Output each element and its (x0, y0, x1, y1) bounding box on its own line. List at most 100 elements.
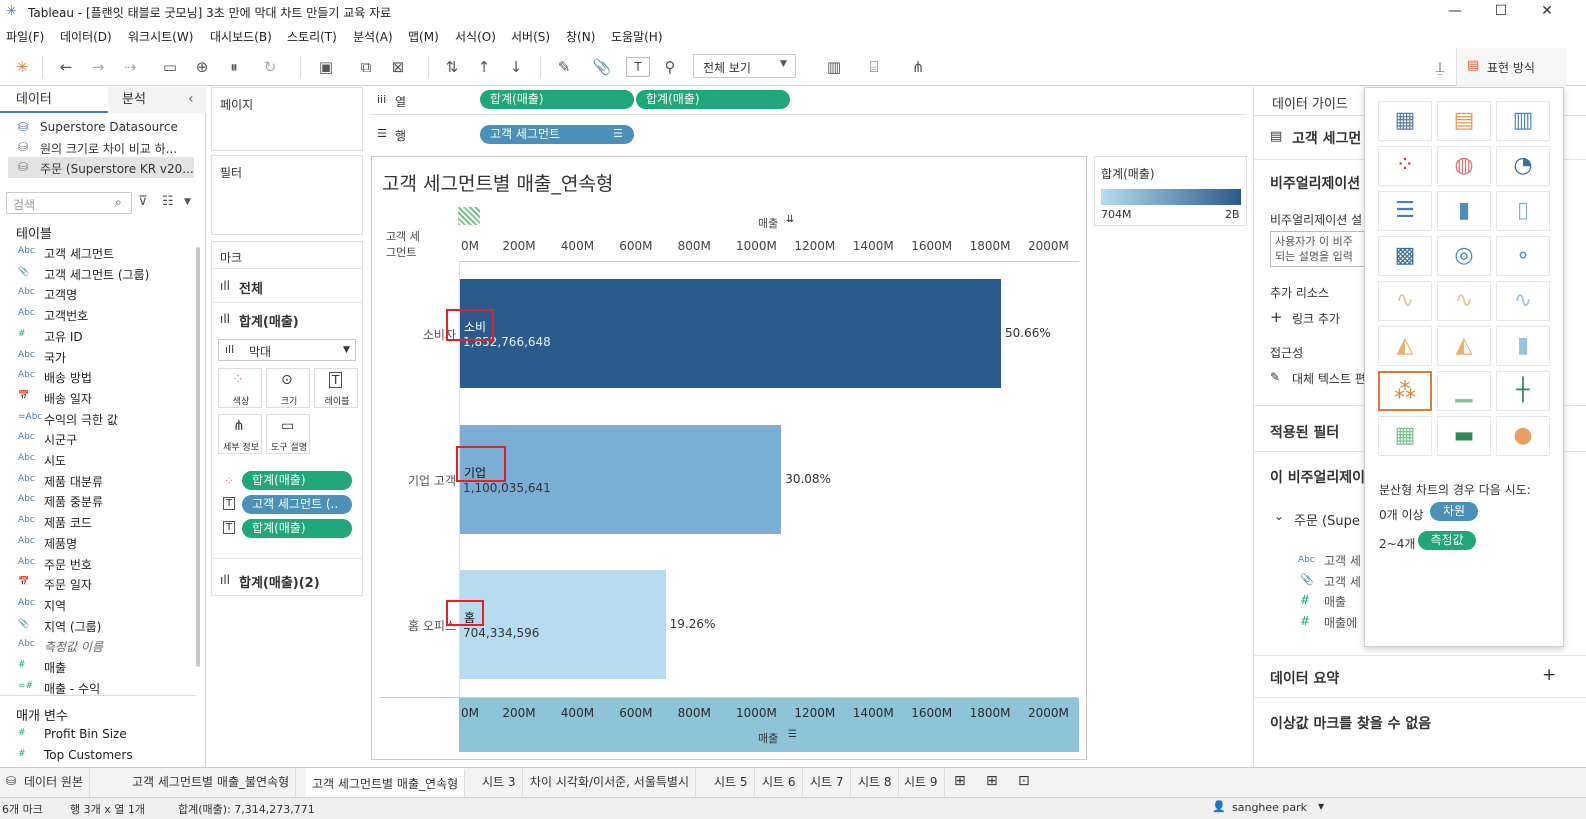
field-item[interactable]: =Abc 수익의 극한 값 (0, 409, 196, 430)
field-item[interactable]: Abc 제품 대분류 (0, 471, 196, 492)
chart-type-thumb[interactable]: ∿ (1496, 281, 1550, 321)
color-button[interactable]: ⁘ 색상 (218, 368, 262, 408)
field-item[interactable]: Abc 국가 (0, 347, 196, 368)
chart-type-thumb[interactable]: ▮ (1496, 326, 1550, 366)
minimize-button[interactable]: — (1432, 0, 1478, 24)
mark-type-select[interactable]: ıll 막대 ▼ (218, 339, 356, 361)
tableau-start-icon[interactable]: ✳ (10, 56, 34, 78)
sort-icon[interactable]: ☰ (788, 729, 797, 740)
tab-sheet[interactable]: 시트 5 (708, 768, 755, 797)
show-labels-icon[interactable]: T (626, 57, 650, 77)
tab-sheet[interactable]: 시트 9 (898, 768, 945, 797)
chart-type-thumb[interactable]: ▬ (1437, 416, 1491, 456)
label-button[interactable]: T 레이블 (314, 368, 358, 408)
new-worksheet-icon[interactable]: ▣ (314, 56, 338, 78)
new-dashboard-icon[interactable]: ⊞ (986, 773, 998, 789)
show-cards-icon[interactable]: ▥ (822, 56, 846, 78)
sort-icon[interactable]: ⇊ (786, 214, 794, 225)
field-item[interactable]: Abc 제품명 (0, 533, 196, 554)
field-item[interactable]: Abc 제품 코드 (0, 512, 196, 533)
chart-type-thumb[interactable]: ☰ (1378, 191, 1432, 231)
field-item[interactable]: Abc 주문 번호 (0, 554, 196, 575)
chart-type-thumb[interactable]: ● (1496, 416, 1550, 456)
save-icon[interactable]: ▭ (158, 56, 182, 78)
field-item[interactable]: Abc 지역 (0, 595, 196, 616)
clear-sheet-icon[interactable]: ⊠ (386, 56, 410, 78)
filter-icon[interactable]: ⊽ (138, 194, 148, 209)
menu-server[interactable]: 서버(S) (511, 28, 550, 45)
group-icon[interactable]: 📎 (590, 56, 614, 78)
tab-sheet[interactable]: 고객 세그먼트별 매출_불연속형 (126, 768, 297, 797)
chevron-down-icon[interactable]: ▼ (1318, 802, 1324, 811)
chart-type-thumb[interactable]: ◭ (1378, 326, 1432, 366)
scrollbar[interactable] (196, 247, 200, 667)
tab-datasource[interactable]: 데이터 원본 (18, 768, 91, 797)
expand-plus-icon[interactable]: + (1542, 665, 1556, 685)
share-icon[interactable]: ⋔ (906, 56, 930, 78)
rows-shelf[interactable]: ☰ 행 고객 세그먼트 ☰ (369, 121, 1247, 149)
field-item[interactable]: 📅 주문 일자 (0, 574, 196, 595)
new-datasource-icon[interactable]: ⊕ (190, 56, 214, 78)
column-pill[interactable]: 합계(매출) (636, 90, 790, 109)
chart-type-thumb[interactable]: ▦ (1378, 416, 1432, 456)
menu-data[interactable]: 데이터(D) (60, 28, 112, 45)
chart-type-thumb[interactable]: ▯ (1496, 191, 1550, 231)
field-item[interactable]: Abc 제품 중분류 (0, 491, 196, 512)
chart-type-thumb[interactable]: ◭ (1437, 326, 1491, 366)
detail-button[interactable]: ⋔ 세부 정보 (218, 414, 262, 454)
highlight-icon[interactable]: ✎ (552, 56, 576, 78)
add-link[interactable]: 링크 추가 (1292, 310, 1340, 327)
chart-type-thumb[interactable]: ◔ (1496, 146, 1550, 186)
parameter-item[interactable]: # Top Customers (0, 746, 196, 767)
pin-icon[interactable]: ⚲ (658, 56, 682, 78)
chart-type-thumb[interactable]: ▥ (1496, 101, 1550, 141)
menu-map[interactable]: 맵(M) (408, 28, 439, 45)
tab-data[interactable]: 데이터 (0, 87, 108, 113)
field-item[interactable]: Abc 고객 세그먼트 (0, 243, 196, 264)
row-pill[interactable]: 고객 세그먼트 (480, 125, 634, 144)
menu-story[interactable]: 스토리(T) (287, 28, 337, 45)
new-story-icon[interactable]: ⊡ (1018, 773, 1030, 789)
tab-sheet[interactable]: 시트 6 (756, 768, 803, 797)
chart-type-thumb[interactable]: ∿ (1437, 281, 1491, 321)
show-me-button[interactable]: ▤ 표현 방식 (1456, 48, 1566, 86)
tab-sheet-active[interactable]: 고객 세그먼트별 매출_연속형 (306, 768, 466, 797)
tab-sheet[interactable]: 시트 7 (804, 768, 851, 797)
chart-type-thumb[interactable]: ⁘ (1378, 146, 1432, 186)
parameter-item[interactable]: # Profit Bin Size (0, 725, 196, 746)
list-view-icon[interactable]: ☷ (162, 194, 174, 209)
column-pill[interactable]: 합계(매출) (480, 90, 634, 109)
duplicate-sheet-icon[interactable]: ⧉ (354, 56, 378, 78)
tooltip-button[interactable]: ▭ 도구 설명 (266, 414, 310, 454)
chart-type-thumb[interactable]: ▩ (1378, 236, 1432, 276)
menu-format[interactable]: 서식(O) (455, 28, 496, 45)
user-name[interactable]: sanghee park (1232, 801, 1307, 814)
menu-dashboard[interactable]: 대시보드(B) (210, 28, 272, 45)
close-button[interactable]: ✕ (1524, 0, 1570, 24)
marks-all-tab[interactable]: 전체 (239, 278, 263, 297)
maximize-button[interactable]: ☐ (1478, 0, 1524, 24)
menu-worksheet[interactable]: 워크시트(W) (128, 28, 193, 45)
field-item[interactable]: # 매출 (0, 657, 196, 678)
presentation-icon[interactable]: ⌸ (862, 56, 886, 78)
field-item[interactable]: Abc 측정값 이름 (0, 636, 196, 657)
color-legend[interactable]: 합계(매출) 704M 2B (1094, 156, 1247, 226)
mark-pill-color[interactable]: 합계(매출) (242, 471, 352, 490)
bar[interactable] (460, 279, 1001, 388)
swap-icon[interactable]: ⇅ (440, 56, 464, 78)
bar[interactable] (460, 570, 666, 679)
field-item[interactable]: Abc 배송 방법 (0, 367, 196, 388)
chart-type-thumb[interactable]: ∘ (1496, 236, 1550, 276)
tab-sheet[interactable]: 시트 3 (476, 768, 523, 797)
mark-pill-label[interactable]: 고객 세그먼트 (.. (242, 495, 352, 514)
sort-desc-icon[interactable]: ↓ (504, 56, 528, 78)
menu-help[interactable]: 도움말(H) (611, 28, 663, 45)
mark-pill-label[interactable]: 합계(매출) (242, 519, 352, 538)
field-item[interactable]: Abc 시군구 (0, 429, 196, 450)
menu-analysis[interactable]: 분석(A) (353, 28, 393, 45)
sort-asc-icon[interactable]: ↑ (472, 56, 496, 78)
chevron-down-icon[interactable]: ⌄ (1274, 509, 1284, 523)
field-item[interactable]: Abc 시도 (0, 450, 196, 471)
redo-icon[interactable]: → (86, 56, 110, 78)
bar[interactable] (460, 425, 782, 534)
